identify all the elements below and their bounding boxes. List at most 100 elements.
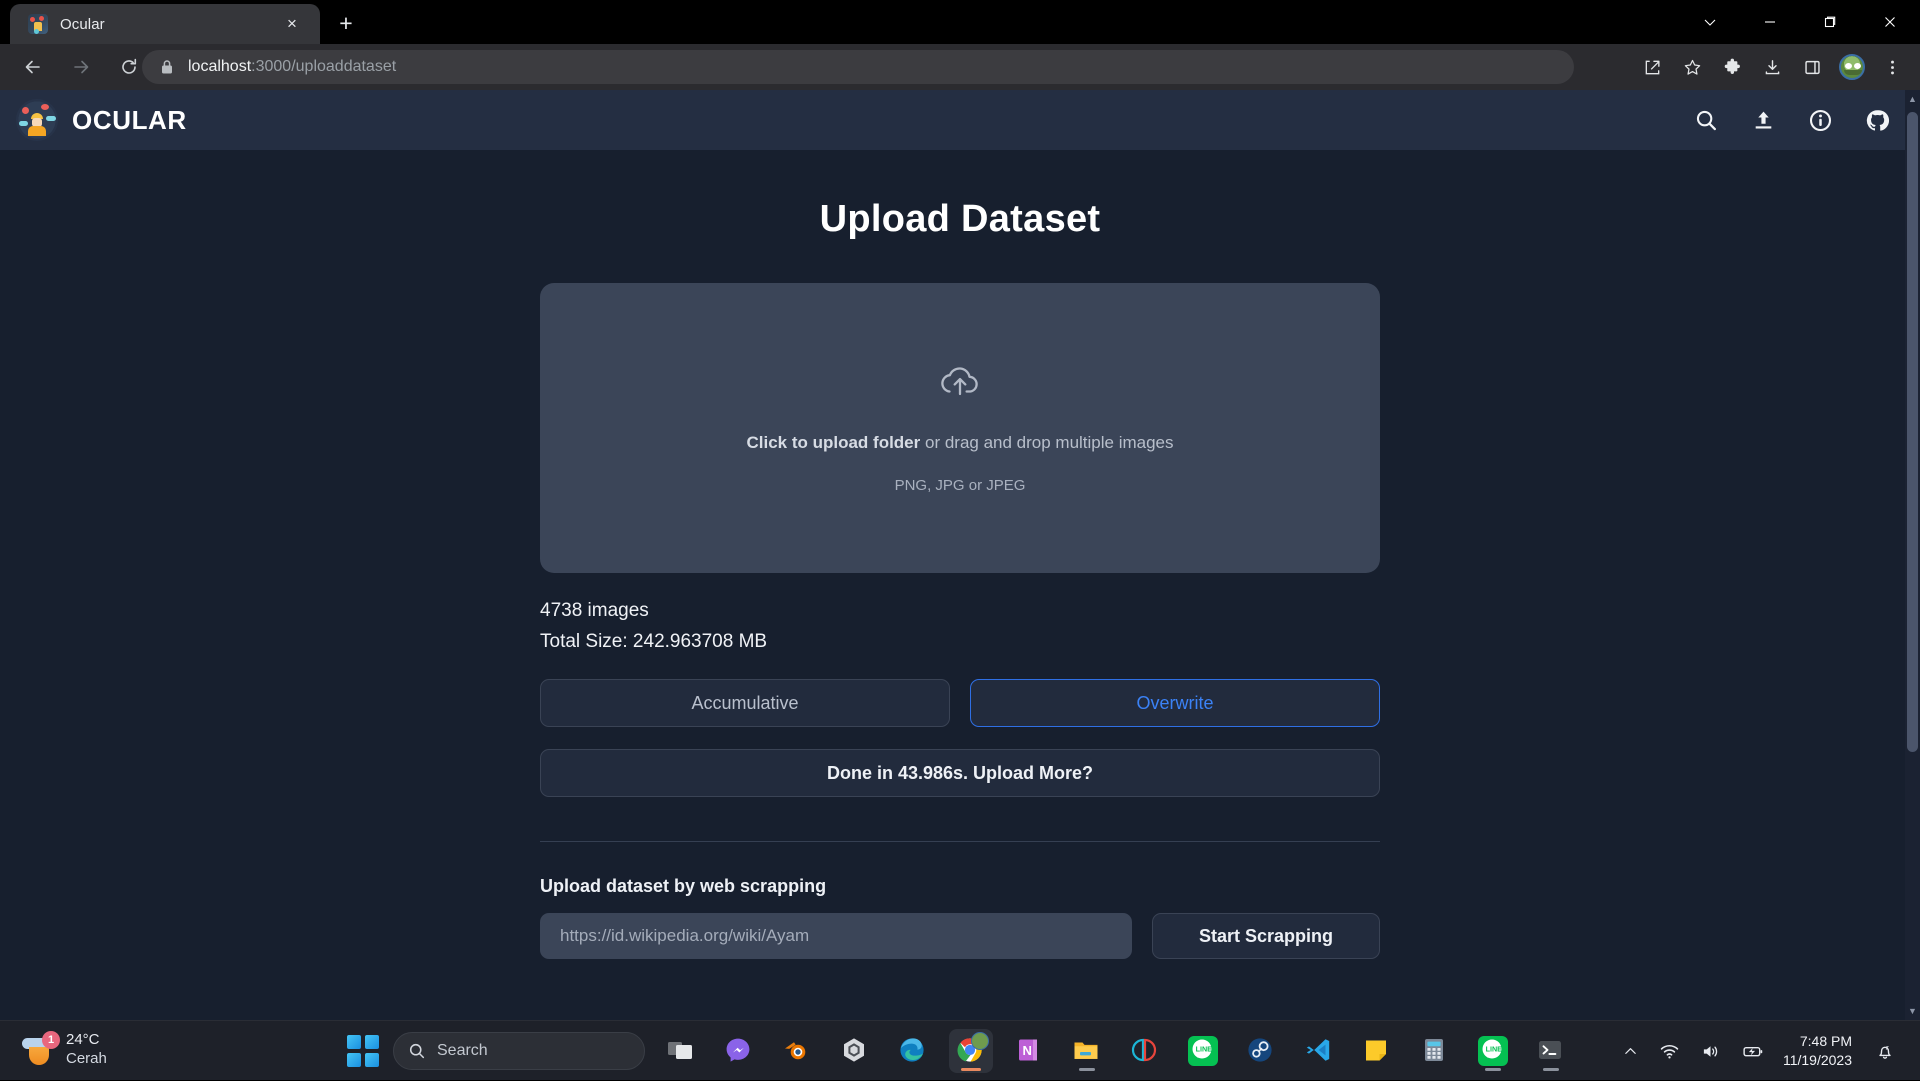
taskbar-app-microsoft-edge[interactable] [891, 1029, 935, 1073]
weather-condition: Cerah [66, 1049, 107, 1068]
new-tab-button[interactable]: + [332, 10, 360, 38]
scrollbar-thumb[interactable] [1907, 112, 1918, 752]
running-indicator [1485, 1068, 1501, 1071]
page-scrollbar[interactable]: ▲ ▼ [1905, 90, 1920, 1020]
maximize-restore-icon[interactable] [1800, 0, 1860, 44]
taskbar-app-blender[interactable] [775, 1029, 819, 1073]
running-indicator [961, 1068, 981, 1071]
scraping-url-input[interactable] [540, 913, 1132, 959]
chevron-up-icon[interactable] [1612, 1044, 1649, 1059]
extensions-icon[interactable] [1712, 48, 1752, 86]
taskbar-app-line[interactable]: LINE [1181, 1029, 1225, 1073]
dropzone-formats: PNG, JPG or JPEG [895, 477, 1026, 494]
section-divider [540, 841, 1380, 842]
address-bar-url: localhost:3000/uploaddataset [188, 58, 396, 76]
windows-taskbar: 1 24°C Cerah Search [0, 1020, 1920, 1080]
start-button[interactable] [347, 1035, 379, 1067]
app-logo[interactable]: OCULAR [16, 99, 187, 141]
info-icon[interactable] [1808, 108, 1833, 133]
taskbar-app-line-2[interactable]: LINE [1471, 1029, 1515, 1073]
taskbar-search[interactable]: Search [393, 1032, 645, 1070]
upload-stats: 4738 images Total Size: 242.963708 MB [540, 595, 1380, 657]
weather-badge: 1 [42, 1031, 60, 1049]
taskbar-app-unity[interactable] [833, 1029, 877, 1073]
svg-text:z: z [1886, 1045, 1889, 1052]
visual-studio-code-icon [1304, 1036, 1334, 1066]
start-scrapping-button[interactable]: Start Scrapping [1152, 913, 1380, 959]
line-icon: LINE [1188, 1036, 1218, 1066]
downloads-icon[interactable] [1752, 48, 1792, 86]
browser-toolbar: localhost:3000/uploaddataset [0, 44, 1920, 90]
overwrite-button[interactable]: Overwrite [970, 679, 1380, 727]
avatar [1839, 54, 1865, 80]
share-icon[interactable] [1632, 48, 1672, 86]
image-count: 4738 images [540, 595, 1380, 626]
figma-icon [1130, 1036, 1160, 1066]
taskbar-app-terminal[interactable] [1529, 1029, 1573, 1073]
taskbar-app-google-chrome[interactable] [949, 1029, 993, 1073]
microsoft-edge-icon [898, 1036, 928, 1066]
taskbar-app-messenger[interactable] [717, 1029, 761, 1073]
svg-text:N: N [1023, 1043, 1032, 1058]
accumulative-button[interactable]: Accumulative [540, 679, 950, 727]
browser-tab[interactable]: Ocular × [10, 4, 320, 44]
profile-avatar[interactable] [1832, 48, 1872, 86]
task-view-icon [666, 1036, 696, 1066]
volume-icon[interactable] [1690, 1043, 1731, 1060]
search-icon[interactable] [1694, 108, 1719, 133]
dropzone-drag-label: or drag and drop multiple images [920, 433, 1173, 452]
taskbar-app-task-view[interactable] [659, 1029, 703, 1073]
url-path: :3000/uploaddataset [251, 58, 396, 75]
dropzone-primary-text: Click to upload folder or drag and drop … [746, 433, 1173, 453]
taskbar-app-sticky-notes[interactable] [1355, 1029, 1399, 1073]
file-explorer-icon [1072, 1036, 1102, 1066]
cloud-upload-icon [938, 362, 982, 403]
weather-widget[interactable]: 1 24°C Cerah [22, 1031, 107, 1068]
weather-text: 24°C Cerah [66, 1031, 107, 1068]
address-bar[interactable]: localhost:3000/uploaddataset [142, 50, 1574, 84]
chrome-profile-badge-icon [971, 1032, 989, 1050]
forward-arrow-icon[interactable] [62, 48, 100, 86]
tab-title: Ocular [60, 16, 105, 33]
notification-bell-icon[interactable]: z [1864, 1041, 1906, 1061]
system-tray: 7:48 PM 11/19/2023 z [1612, 1021, 1906, 1081]
taskbar-app-calculator[interactable] [1413, 1029, 1457, 1073]
url-host: localhost [188, 58, 251, 75]
brand-name: OCULAR [72, 105, 187, 136]
github-icon[interactable] [1865, 108, 1890, 133]
minimize-icon[interactable] [1740, 0, 1800, 44]
bookmark-star-icon[interactable] [1672, 48, 1712, 86]
taskbar-app-file-explorer[interactable] [1065, 1029, 1109, 1073]
battery-icon[interactable] [1731, 1043, 1775, 1060]
taskbar-app-onenote[interactable]: N [1007, 1029, 1051, 1073]
ocular-logo-icon [16, 99, 58, 141]
scraping-label: Upload dataset by web scrapping [540, 876, 1380, 897]
page-title: Upload Dataset [0, 198, 1920, 241]
scroll-up-arrow-icon[interactable]: ▲ [1905, 90, 1920, 108]
close-icon[interactable] [1860, 0, 1920, 44]
wifi-icon[interactable] [1649, 1043, 1690, 1060]
taskbar-app-steam[interactable] [1239, 1029, 1283, 1073]
dropzone[interactable]: Click to upload folder or drag and drop … [540, 283, 1380, 573]
taskbar-center: Search [347, 1021, 1573, 1081]
collapse-chevron-icon[interactable] [1680, 0, 1740, 44]
side-panel-icon[interactable] [1792, 48, 1832, 86]
taskbar-clock[interactable]: 7:48 PM 11/19/2023 [1775, 1032, 1864, 1070]
taskbar-app-visual-studio-code[interactable] [1297, 1029, 1341, 1073]
upload-icon[interactable] [1751, 108, 1776, 133]
app-header: OCULAR [0, 90, 1920, 150]
svg-text:LINE: LINE [1486, 1045, 1503, 1054]
browser-window: Ocular × + [0, 0, 1920, 1020]
upload-status-button[interactable]: Done in 43.986s. Upload More? [540, 749, 1380, 797]
search-icon [408, 1042, 426, 1060]
weather-icon: 1 [22, 1033, 56, 1067]
more-menu-icon[interactable] [1872, 48, 1912, 86]
unity-icon [840, 1036, 870, 1066]
scroll-down-arrow-icon[interactable]: ▼ [1905, 1002, 1920, 1020]
taskbar-app-figma[interactable] [1123, 1029, 1167, 1073]
weather-temperature: 24°C [66, 1031, 107, 1049]
tab-close-icon[interactable]: × [282, 14, 302, 34]
taskbar-search-placeholder: Search [437, 1042, 488, 1060]
back-arrow-icon[interactable] [14, 48, 52, 86]
page-viewport: OCULAR Upload Dataset [0, 90, 1920, 1020]
